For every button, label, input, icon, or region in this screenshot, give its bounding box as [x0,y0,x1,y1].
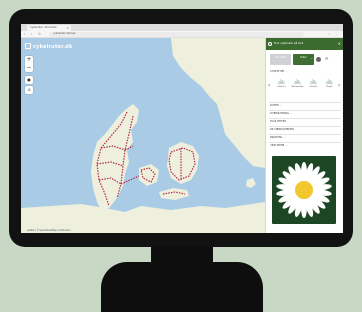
section-label: PRAKTISK [270,136,283,139]
cycle-type-carousel: ‹ 🚲 Landevej 🚲 Mountainbike 🚲 Ladcykel 🚲… [268,78,343,98]
browser-tab-bar: Cykelruter i Danmark × [21,24,343,31]
chevron-down-icon: ⌄ [285,144,288,147]
filter-section-accommodation[interactable]: OVERNATNING⌄ [270,112,292,115]
section-label: SE-VÆRDIGHEDER [270,128,294,131]
carousel-next-icon[interactable]: › [338,82,340,89]
daisy-logo-card [272,156,336,224]
chevron-down-icon: ⌄ [279,104,282,107]
filter-panel: Find cykelruter på kort × Alle ruter Rut… [265,38,343,233]
map-view[interactable]: cykelruter.dk + − ● ⊙ Leaflet | © OpenSt… [21,38,265,233]
divider [269,134,341,135]
divider [269,142,341,143]
section-label: VIDE MERE [270,144,285,147]
routes-dropdown-label: Ruter [300,56,307,59]
map-attribution: Leaflet | © OpenStreetMap contributors [27,229,71,232]
chevron-down-icon: ⌄ [294,128,297,131]
chevron-down-icon: ⌄ [283,136,286,139]
monitor-stand-base [101,262,263,312]
brand-text: cykelruter.dk [33,44,73,50]
divider [269,126,341,127]
zoom-out-button[interactable]: − [25,64,33,72]
filter-section-sights[interactable]: SE-VÆRDIGHEDER⌄ [270,128,297,131]
cycle-type-label: CYKELTYPE [270,70,285,73]
panel-header: Find cykelruter på kort × [266,38,343,50]
logo-icon [25,43,31,49]
bike-icon: 🚲 [277,78,286,85]
bike-icon: 🚲 [309,78,318,85]
cycle-type-option[interactable]: 🚲 Mountainbike [290,78,305,88]
settings-icon[interactable]: ⚙ [325,56,329,61]
url-input[interactable]: cykelruter.dk/map [49,32,304,37]
divider [269,110,341,111]
forward-icon[interactable]: › [31,32,32,37]
cycle-type-option[interactable]: 🚲 Landevej [274,78,289,88]
filter-section-more[interactable]: VIDE MERE⌄ [270,144,287,147]
zoom-control: + − [25,56,33,72]
bike-icon: 🚲 [293,78,302,85]
cycle-type-label: Mountainbike [291,86,304,88]
panel-close-icon[interactable]: × [338,38,341,50]
browser-menu-icon[interactable]: ☆ ⋮ [328,32,339,37]
chevron-down-icon: ⌄ [289,112,292,115]
layers-button[interactable]: ⊙ [25,86,33,94]
carousel-prev-icon[interactable]: ‹ [268,82,270,89]
back-icon[interactable]: ‹ [24,32,25,37]
chevron-down-icon: ⌄ [285,70,288,73]
all-routes-button[interactable]: Alle ruter [270,54,291,65]
cycle-type-option[interactable]: 🚲 Ladcykel [306,78,321,88]
daisy-center [295,181,313,199]
location-dot-icon[interactable] [316,57,321,62]
locate-button[interactable]: ● [25,76,33,84]
chevron-down-icon: ⌄ [310,56,313,60]
funen-land [139,164,159,186]
browser-address-bar: ‹ › ↻ cykelruter.dk/map ☆ ⋮ [21,31,343,38]
cycle-type-heading[interactable]: CYKELTYPE⌄ [270,70,287,73]
zoom-in-button[interactable]: + [25,56,33,64]
filter-section-facilities[interactable]: FACILITETER⌄ [270,120,289,123]
zealand-land [167,142,199,184]
section-label: FACILITETER [270,120,287,123]
route-selector-row: Alle ruter Ruter ⌄ ⚙ [270,54,342,66]
filter-section-practical[interactable]: PRAKTISK⌄ [270,136,285,139]
cycle-type-label: Elcykel [326,86,333,88]
cycle-type-label: Landevej [277,86,286,88]
panel-title: Find cykelruter på kort [274,42,304,45]
divider [269,118,341,119]
section-label: OVERNATNING [270,112,289,115]
cycle-type-option[interactable]: 🚲 Elcykel [322,78,337,88]
denmark-map [21,38,265,233]
cycle-type-label: Ladcykel [309,86,318,88]
section-label: RUTER [270,104,279,107]
routes-dropdown[interactable]: Ruter ⌄ [293,54,314,65]
chevron-down-icon: ⌄ [287,120,290,123]
bike-icon: 🚲 [325,78,334,85]
daisy-flower-icon [276,162,332,218]
site-logo[interactable]: cykelruter.dk [25,43,72,50]
bornholm-land [246,178,256,188]
reload-icon[interactable]: ↻ [38,32,41,37]
map-pin-icon [268,42,272,46]
tab-title: Cykelruter i Danmark [30,26,57,29]
browser-window: Cykelruter i Danmark × ‹ › ↻ cykelruter.… [21,24,343,233]
filter-section-routes[interactable]: RUTER⌄ [270,104,282,107]
divider [269,102,341,103]
